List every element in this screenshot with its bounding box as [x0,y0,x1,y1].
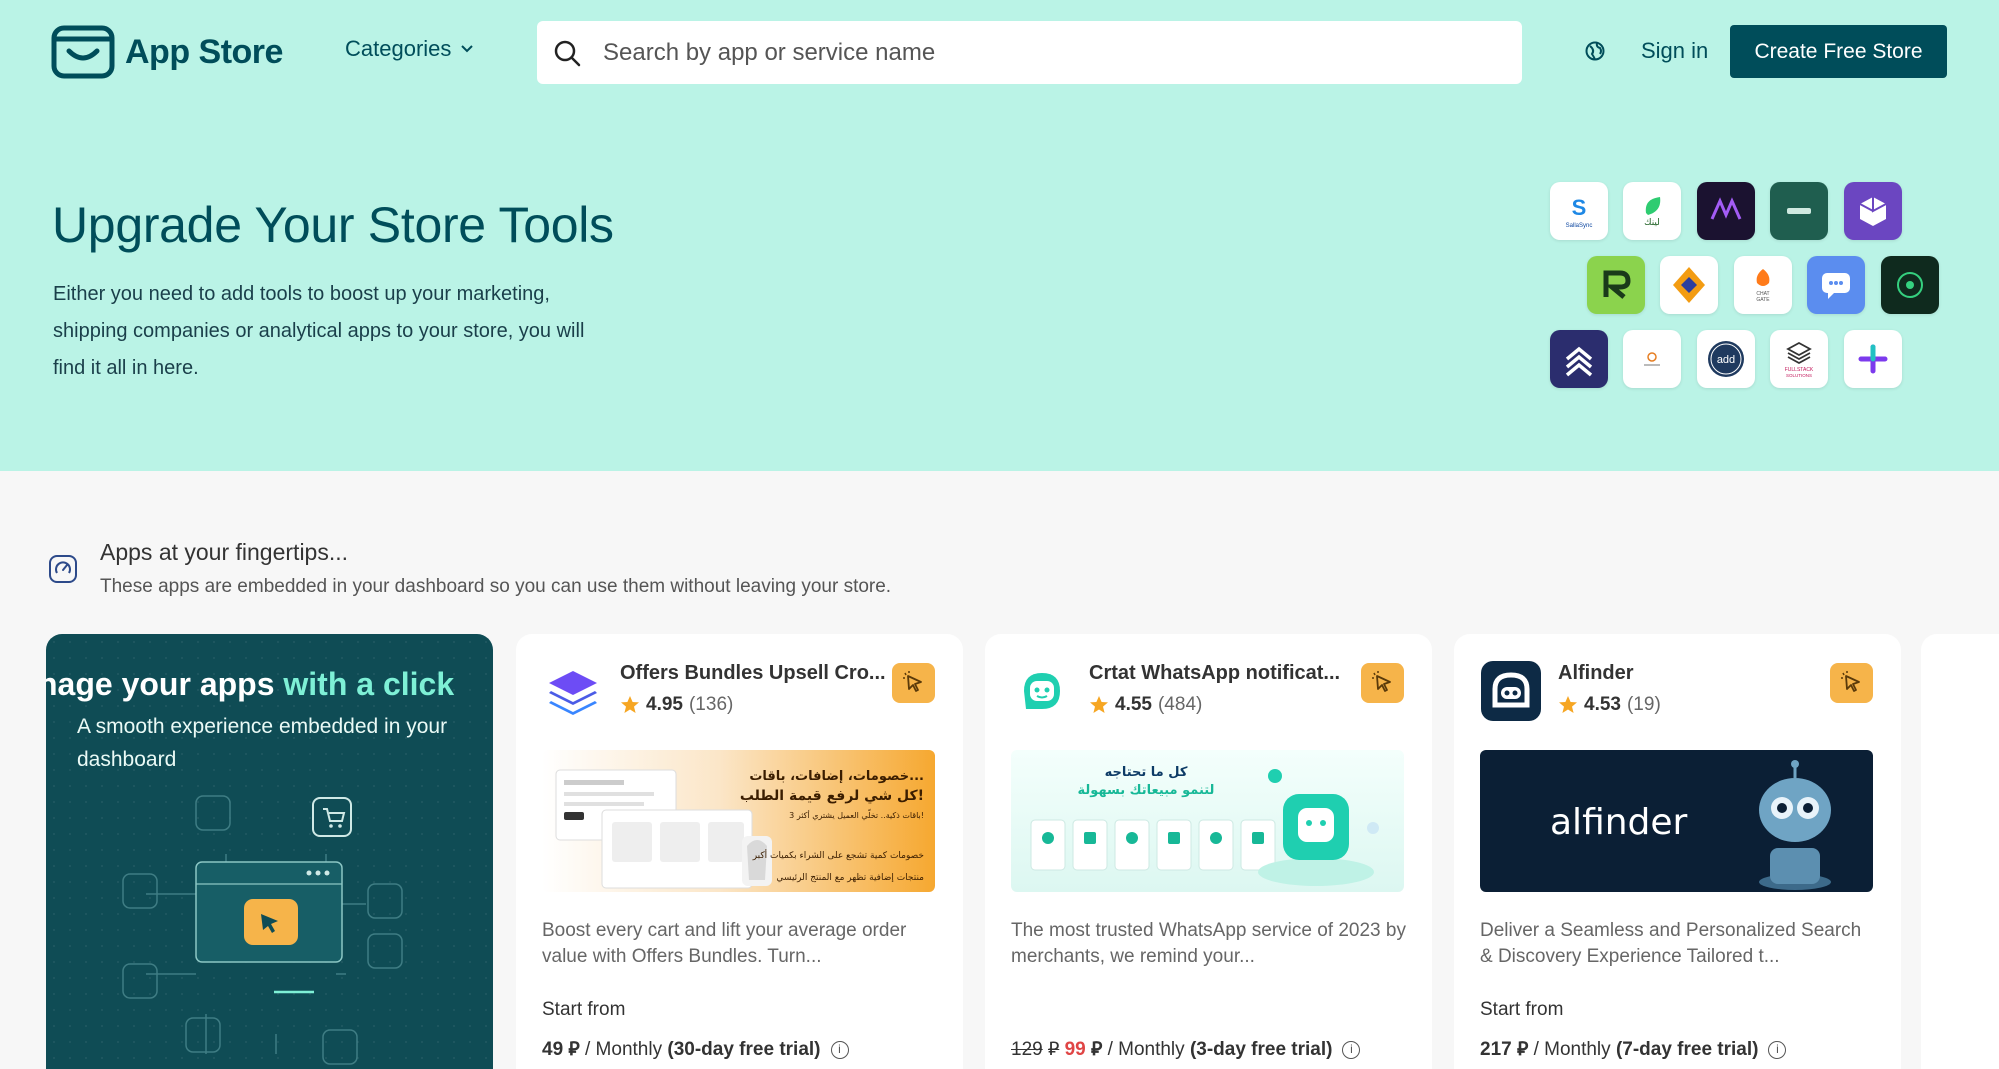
logo-text: App Store [125,32,283,71]
app-name[interactable]: Alfinder [1558,662,1828,685]
app-description: Deliver a Seamless and Personalized Sear… [1480,920,1862,967]
banner-text: كل ما تحتاجه [1105,765,1188,780]
banner-text: alfinder [1550,802,1688,843]
review-count: (484) [1157,694,1203,715]
banner-text: خصومات، إضافات، باقات... [749,769,924,784]
svg-text:SallaSync: SallaSync [1566,223,1593,229]
leaf-app-icon[interactable]: لينك [1623,182,1681,240]
hero-description: Either you need to add tools to boost up… [53,283,585,379]
add-app-icon[interactable]: add [1697,330,1755,388]
review-count: (136) [688,694,734,715]
categories-menu[interactable]: Categories [345,36,474,62]
click-cursor-icon [1840,671,1860,692]
crtat-app-logo [1012,661,1072,721]
info-icon[interactable]: i [830,1040,849,1059]
search-input[interactable] [603,38,1463,67]
click-cursor-icon [1371,671,1391,692]
small-logo-app-icon[interactable] [1623,330,1681,388]
app-store-logo[interactable]: App Store [51,25,283,79]
app-price: 129 ⃁ 99 ⃁ / Monthly (3-day free trial) i [1011,1037,1361,1061]
star-icon [1090,696,1108,713]
app-description: The most trusted WhatsApp service of 202… [1011,920,1406,967]
rating-value: 4.55 [1115,694,1152,715]
promo-subtitle: A smooth experience embedded in your das… [77,715,448,771]
svg-text:add: add [1717,354,1735,366]
teal-dark-app-icon[interactable] [1770,182,1828,240]
app-banner: alfinder [1480,750,1873,892]
review-count: (19) [1626,694,1661,715]
app-card-crtat-whatsapp[interactable]: Crtat WhatsApp notificat... 4.55 (484) ك… [985,634,1432,1069]
dashboard-illustration [122,795,403,1065]
app-price: 217 ⃁ / Monthly (7-day free trial) i [1480,1037,1787,1061]
embedded-app-badge [1830,663,1873,703]
store-bag-icon [51,25,115,79]
click-cursor-icon [902,671,922,692]
rating-value: 4.95 [646,694,683,715]
banner-text: لتنمو مبيعاتك بسهولة [1078,783,1215,798]
svg-text:لينك: لينك [1644,218,1660,228]
app-card-alfinder[interactable]: Alfinder 4.53 (19) alfinder Deliver a Se… [1454,634,1901,1069]
star-diamond-app-icon[interactable] [1660,256,1718,314]
star-icon [1559,696,1577,713]
section-title: Apps at your fingertips... [100,539,349,565]
embedded-app-badge [1361,663,1404,703]
gauge-icon [49,555,77,583]
svg-text:GATE: GATE [1756,297,1770,303]
info-icon[interactable]: i [1768,1040,1787,1059]
app-name[interactable]: Offers Bundles Upsell Cro... [620,662,890,685]
chevron-down-icon [461,45,474,53]
app-banner: كل ما تحتاجه لتنمو مبيعاتك بسهولة [1011,750,1404,892]
alfinder-app-logo [1481,661,1541,721]
purple-dark-app-icon[interactable] [1697,182,1755,240]
promo-card[interactable]: nage your apps with a click A smooth exp… [46,634,493,1069]
promo-title: nage your apps with a click [46,666,455,702]
search-bar[interactable] [537,21,1522,84]
app-banner: خصومات، إضافات، باقات... كل شي لرفع قيمة… [542,750,935,892]
svg-text:S: S [1572,195,1587,220]
banner-text: 3 باقات ذكية.. تخلّي العميل يشتري أكثر! [789,809,924,820]
rating-value: 4.53 [1584,694,1621,715]
globe-icon[interactable] [1584,40,1606,62]
app-rating: 4.95 (136) [620,694,733,716]
embedded-app-badge [892,663,935,703]
app-name[interactable]: Crtat WhatsApp notificat... [1089,662,1359,685]
next-app-card-partial[interactable] [1921,634,1999,1069]
app-rating: 4.53 (19) [1558,694,1661,716]
green-r-app-icon[interactable] [1587,256,1645,314]
plus-app-icon[interactable] [1844,330,1902,388]
start-from-label: Start from [1480,999,1564,1020]
circle-dark-app-icon[interactable] [1881,256,1939,314]
start-from-label: Start from [542,999,626,1020]
app-description: Boost every cart and lift your average o… [542,920,907,967]
chat-gate-app-icon[interactable]: CHAT GATE [1734,256,1792,314]
sallasync-app-icon[interactable]: S SallaSync [1550,182,1608,240]
info-icon[interactable]: i [1342,1040,1361,1059]
app-price: 49 ⃁ / Monthly (30-day free trial) i [542,1037,849,1061]
categories-label: Categories [345,36,452,61]
sign-in-link[interactable]: Sign in [1641,38,1708,64]
banner-text: منتجات إضافية تظهر مع المنتج الرئيسي [776,873,924,883]
app-rating: 4.55 (484) [1089,694,1202,716]
cube-app-icon[interactable] [1844,182,1902,240]
chat-bubble-app-icon[interactable] [1807,256,1865,314]
fullstack-app-icon[interactable]: FULLSTACK SOLUTIONS [1770,330,1828,388]
section-subtitle: These apps are embedded in your dashboar… [100,576,892,597]
layers-app-logo [543,661,603,721]
chevrons-app-icon[interactable] [1550,330,1608,388]
hero-title: Upgrade Your Store Tools [52,197,614,253]
hero-section: App Store Categories Sign in Create Free… [0,0,1999,471]
app-card-offers-bundles[interactable]: Offers Bundles Upsell Cro... 4.95 (136) … [516,634,963,1069]
banner-text: كل شي لرفع قيمة الطلب! [740,788,924,804]
star-icon [621,696,639,713]
banner-text: خصومات كمية تشجع على الشراء بكميات أكبر [752,849,924,861]
create-free-store-button[interactable]: Create Free Store [1730,25,1947,78]
svg-text:SOLUTIONS: SOLUTIONS [1786,373,1812,378]
search-icon [554,40,581,66]
